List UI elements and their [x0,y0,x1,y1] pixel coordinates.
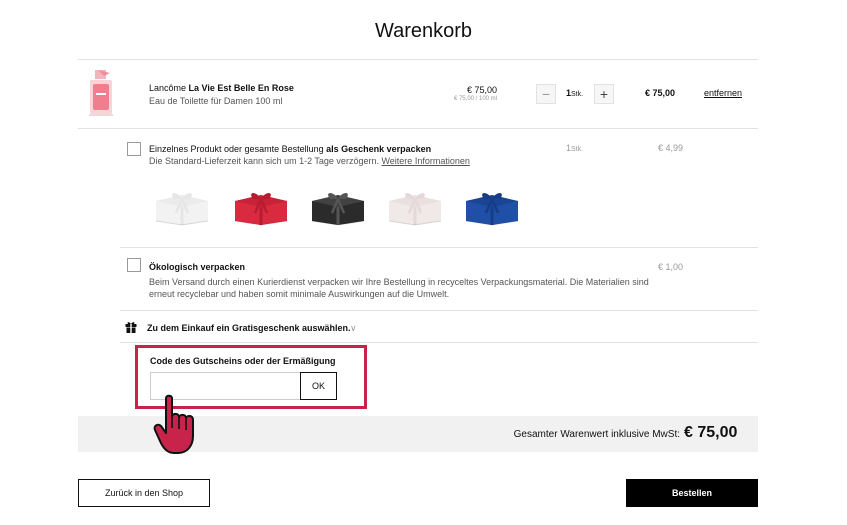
product-brand: Lancôme [149,83,187,93]
eco-packaging-checkbox[interactable] [127,258,141,272]
coupon-label: Code des Gutscheins oder der Ermäßigung [150,356,336,366]
order-total-label: Gesamter Warenwert inklusive MwSt: [513,429,680,440]
product-unit-price: € 75,00 / 100 ml [453,96,497,102]
coupon-submit-button[interactable]: OK [300,372,337,400]
free-gift-toggle[interactable]: Zu dem Einkauf ein Gratisgeschenk auswäh… [147,322,351,335]
order-button[interactable]: Bestellen [626,479,758,507]
gift-wrap-checkbox[interactable] [127,142,141,156]
product-total: € 75,00 [645,88,676,98]
remove-link[interactable]: entfernen [704,87,742,100]
eco-packaging-desc-line2: erneut recyclebar und haben somit minima… [149,289,450,299]
hand-pointer-icon [152,394,202,456]
gift-wrap-label-start: Einzelnes Produkt oder gesamte Bestellun… [149,144,327,154]
gift-wrap-note: Die Standard-Lieferzeit kann sich um 1-2… [149,155,470,168]
divider [120,310,758,311]
more-info-link[interactable]: Weitere Informationen [381,156,469,166]
divider [120,342,758,343]
quantity-decrease-button[interactable]: − [536,84,556,104]
gift-box-option[interactable] [462,187,522,227]
gift-box-option[interactable] [385,187,445,227]
gift-wrap-quantity: 1Stk. [566,143,583,153]
gift-icon [125,320,137,333]
gift-box-option[interactable] [231,187,291,227]
product-name: La Vie Est Belle En Rose [188,83,294,93]
quantity-value: 1Stk. [566,88,583,98]
order-total-value: € 75,00 [684,424,738,441]
gift-wrap-qty-unit: Stk. [571,146,584,153]
quantity-increase-button[interactable]: + [594,84,614,104]
eco-packaging-title: Ökologisch verpacken [149,262,246,272]
gift-box-option[interactable] [308,187,368,227]
gift-box-option[interactable] [152,187,212,227]
divider [78,59,758,60]
divider [78,128,758,129]
gift-wrap-label-bold: als Geschenk verpacken [326,144,432,154]
quantity-unit: Stk. [571,91,584,98]
gift-wrap-price: € 4,99 [657,143,683,153]
eco-packaging-price: € 1,00 [657,262,683,272]
gift-wrap-note-text: Die Standard-Lieferzeit kann sich um 1-2… [149,156,382,166]
back-to-shop-button[interactable]: Zurück in den Shop [78,479,210,507]
divider [120,247,758,248]
chevron-down-icon[interactable]: ∨ [350,322,357,335]
product-image[interactable] [86,68,116,120]
page-title: Warenkorb [374,20,473,42]
product-description: Eau de Toilette für Damen 100 ml [149,96,283,106]
product-title[interactable]: Lancôme La Vie Est Belle En Rose [149,82,294,95]
